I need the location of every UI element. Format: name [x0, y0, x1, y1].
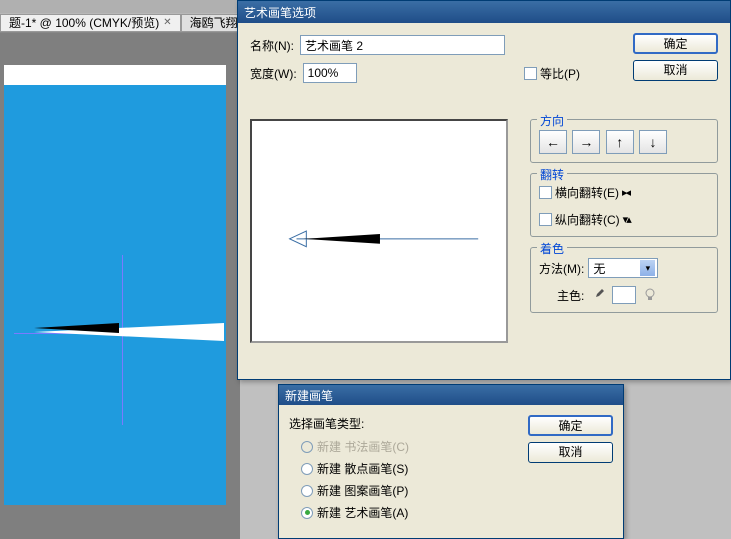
- radio-label: 新建 散点画笔(S): [317, 460, 408, 477]
- radio-art[interactable]: 新建 艺术画笔(A): [301, 504, 613, 521]
- guide-vertical: [122, 255, 123, 425]
- artboard[interactable]: [4, 65, 226, 505]
- eyedropper-icon[interactable]: [590, 287, 606, 303]
- colorize-fieldset: 着色 方法(M): 无 ▾ 主色:: [530, 247, 718, 313]
- radio-icon: [301, 485, 313, 497]
- direction-fieldset: 方向 ← → ↑ ↓: [530, 119, 718, 163]
- dialog-title: 艺术画笔选项: [244, 4, 316, 21]
- brush-preview: [250, 119, 508, 343]
- radio-label: 新建 艺术画笔(A): [317, 504, 408, 521]
- canvas-workspace: [0, 33, 240, 539]
- checkbox-icon: [539, 213, 552, 226]
- width-input[interactable]: [303, 63, 357, 83]
- cancel-button[interactable]: 取消: [528, 442, 613, 463]
- close-icon[interactable]: ✕: [163, 17, 171, 28]
- name-label: 名称(N):: [250, 37, 294, 54]
- tips-icon[interactable]: [642, 287, 658, 303]
- radio-pattern[interactable]: 新建 图案画笔(P): [301, 482, 613, 499]
- flip-horizontal-checkbox[interactable]: 横向翻转(E) ▸◂: [539, 184, 709, 201]
- direction-up-button[interactable]: ↑: [606, 130, 634, 154]
- flip-horizontal-label: 横向翻转(E): [555, 184, 619, 201]
- direction-left-button[interactable]: ←: [539, 130, 567, 154]
- dialog-title: 新建画笔: [285, 387, 333, 404]
- keycolor-label: 主色:: [557, 287, 584, 304]
- method-select[interactable]: 无 ▾: [588, 258, 658, 278]
- ok-button[interactable]: 确定: [633, 33, 718, 54]
- radio-icon: [301, 463, 313, 475]
- chevron-down-icon: ▾: [640, 260, 655, 276]
- flip-fieldset: 翻转 横向翻转(E) ▸◂ 纵向翻转(C) ▾▴: [530, 173, 718, 237]
- canvas-tab[interactable]: 题-1* @ 100% (CMYK/预览) ✕: [0, 14, 181, 32]
- flip-legend: 翻转: [537, 166, 567, 183]
- radio-label: 新建 图案画笔(P): [317, 482, 408, 499]
- name-input[interactable]: [300, 35, 505, 55]
- radio-label: 新建 书法画笔(C): [317, 438, 409, 455]
- flip-vertical-label: 纵向翻转(C): [555, 211, 620, 228]
- flip-horizontal-icon: ▸◂: [622, 186, 640, 199]
- proportional-label: 等比(P): [540, 65, 580, 82]
- dialog-titlebar[interactable]: 新建画笔: [279, 385, 623, 405]
- radio-icon: [301, 507, 313, 519]
- brush-shape-white: [34, 323, 224, 341]
- method-label: 方法(M):: [539, 260, 584, 277]
- method-value: 无: [593, 260, 605, 277]
- colorize-legend: 着色: [537, 240, 567, 257]
- checkbox-icon: [539, 186, 552, 199]
- radio-icon: [301, 441, 313, 453]
- direction-right-button[interactable]: →: [572, 130, 600, 154]
- cancel-button[interactable]: 取消: [633, 60, 718, 81]
- new-brush-dialog: 新建画笔 确定 取消 选择画笔类型: 新建 书法画笔(C) 新建 散点画笔(S)…: [278, 384, 624, 539]
- width-label: 宽度(W):: [250, 65, 297, 82]
- direction-legend: 方向: [537, 112, 567, 129]
- proportional-checkbox[interactable]: 等比(P): [524, 65, 580, 82]
- dialog-titlebar[interactable]: 艺术画笔选项: [238, 1, 730, 23]
- ok-button[interactable]: 确定: [528, 415, 613, 436]
- checkbox-icon: [524, 67, 537, 80]
- direction-down-button[interactable]: ↓: [639, 130, 667, 154]
- flip-vertical-icon: ▾▴: [623, 213, 641, 226]
- tab-label: 题-1* @ 100% (CMYK/预览): [9, 14, 159, 31]
- art-brush-options-dialog: 艺术画笔选项 确定 取消 名称(N): 宽度(W): 等比(P): [237, 0, 731, 380]
- flip-vertical-checkbox[interactable]: 纵向翻转(C) ▾▴: [539, 211, 709, 228]
- keycolor-swatch[interactable]: [612, 286, 636, 304]
